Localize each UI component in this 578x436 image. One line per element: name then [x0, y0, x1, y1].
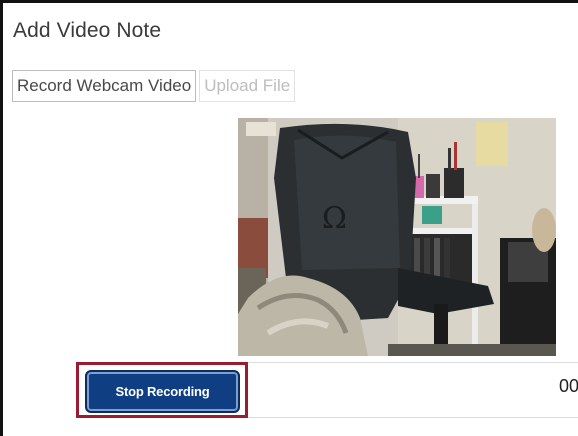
svg-text:Ω: Ω — [322, 201, 347, 236]
tab-upload-file[interactable]: Upload File — [199, 70, 296, 102]
stop-recording-button[interactable]: Stop Recording — [85, 370, 240, 413]
webcam-preview-image: Ω — [238, 118, 556, 356]
tab-record-webcam-video[interactable]: Record Webcam Video — [12, 70, 197, 102]
recording-timer: 00 — [559, 376, 578, 396]
dialog-title: Add Video Note — [13, 19, 162, 42]
source-tabs: Record Webcam Video Upload File — [12, 70, 296, 102]
webcam-preview: Ω — [238, 118, 556, 356]
